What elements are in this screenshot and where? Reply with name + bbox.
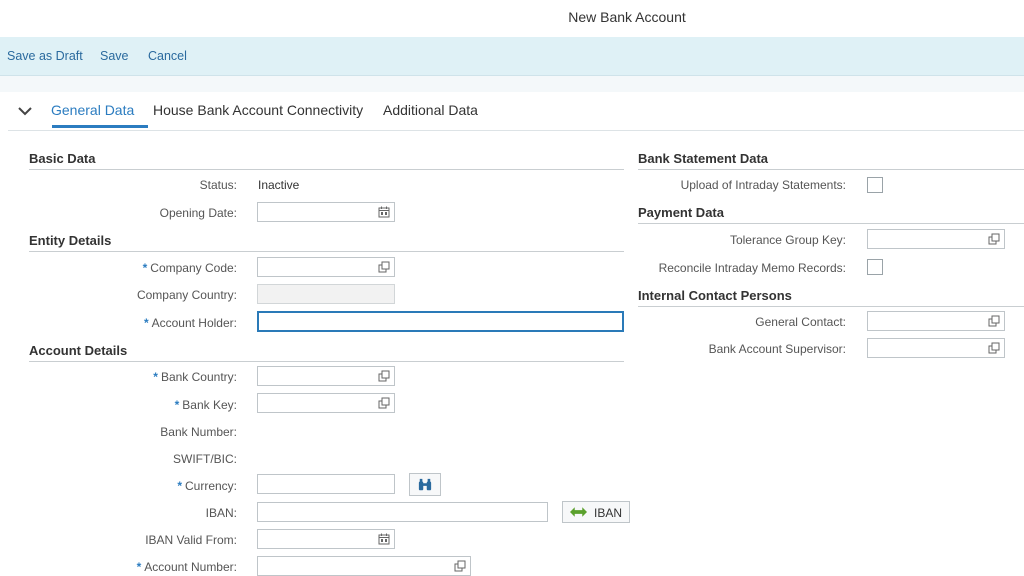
iban-button-label: IBAN <box>594 506 623 520</box>
iban-valid-from-label: IBAN Valid From: <box>145 533 237 547</box>
tab-general-data[interactable]: General Data <box>51 102 134 118</box>
section-entity-details: Entity Details <box>29 233 624 252</box>
currency-search-button[interactable] <box>409 473 441 496</box>
account-holder-input[interactable] <box>257 311 624 332</box>
tolerance-group-label: Tolerance Group Key: <box>729 233 846 247</box>
bank-number-label: Bank Number: <box>160 425 237 439</box>
upload-intraday-label: Upload of Intraday Statements: <box>680 178 846 192</box>
supervisor-label: Bank Account Supervisor: <box>708 342 846 356</box>
tolerance-group-input[interactable] <box>867 229 1005 249</box>
company-code-label: * Company Code: <box>142 261 237 275</box>
value-help-icon[interactable] <box>378 370 390 382</box>
account-number-label: * Account Number: <box>136 560 237 574</box>
calendar-icon[interactable] <box>378 206 390 218</box>
status-value: Inactive <box>258 178 300 192</box>
tab-house-bank-account-connectivity[interactable]: House Bank Account Connectivity <box>153 102 363 118</box>
window-title: New Bank Account <box>568 9 686 25</box>
header-gap <box>0 76 1024 92</box>
tab-additional-data[interactable]: Additional Data <box>383 102 478 118</box>
save-as-draft-button[interactable]: Save as Draft <box>7 49 83 63</box>
company-country-label: Company Country: <box>136 288 237 302</box>
save-button[interactable]: Save <box>100 49 129 63</box>
value-help-icon[interactable] <box>454 560 466 572</box>
section-bank-statement-data: Bank Statement Data <box>638 151 1024 170</box>
value-help-icon[interactable] <box>378 397 390 409</box>
reconcile-intraday-label: Reconcile Intraday Memo Records: <box>658 261 846 275</box>
value-help-icon[interactable] <box>378 261 390 273</box>
section-basic-data: Basic Data <box>29 151 624 170</box>
opening-date-label: Opening Date: <box>159 206 237 220</box>
iban-button[interactable]: IBAN <box>562 501 630 523</box>
value-help-icon[interactable] <box>988 315 1000 327</box>
company-code-input[interactable] <box>257 257 395 277</box>
company-country-field <box>257 284 395 304</box>
tab-bar: General Data House Bank Account Connecti… <box>8 92 1024 131</box>
iban-label: IBAN: <box>205 506 237 520</box>
required-marker: * <box>142 261 148 275</box>
required-marker: * <box>153 370 158 384</box>
status-label: Status: <box>199 178 237 192</box>
required-marker: * <box>177 479 182 493</box>
required-marker: * <box>136 560 142 574</box>
upload-intraday-checkbox[interactable] <box>867 177 883 193</box>
active-tab-indicator <box>52 125 148 128</box>
binoculars-icon <box>418 478 432 491</box>
currency-input[interactable] <box>257 474 395 494</box>
section-payment-data: Payment Data <box>638 205 1024 224</box>
general-contact-label: General Contact: <box>755 315 846 329</box>
bank-key-input[interactable] <box>257 393 395 413</box>
opening-date-input[interactable] <box>257 202 395 222</box>
bank-key-label: * Bank Key: <box>174 398 237 412</box>
value-help-icon[interactable] <box>988 342 1000 354</box>
iban-input[interactable] <box>257 502 548 522</box>
required-marker: * <box>174 398 180 412</box>
section-account-details: Account Details <box>29 343 624 362</box>
reconcile-intraday-checkbox[interactable] <box>867 259 883 275</box>
cancel-button[interactable]: Cancel <box>148 49 187 63</box>
form-content: Basic Data Status: Inactive Opening Date… <box>8 131 1024 576</box>
title-bar: New Bank Account <box>0 0 1024 38</box>
toolbar: Save as Draft Save Cancel <box>0 37 1024 76</box>
chevron-down-icon[interactable] <box>16 103 34 119</box>
section-internal-contact-persons: Internal Contact Persons <box>638 288 1024 307</box>
swap-arrows-icon <box>570 507 587 517</box>
bank-country-label: * Bank Country: <box>153 370 237 384</box>
value-help-icon[interactable] <box>988 233 1000 245</box>
supervisor-input[interactable] <box>867 338 1005 358</box>
required-marker: * <box>143 316 149 330</box>
general-contact-input[interactable] <box>867 311 1005 331</box>
bank-country-input[interactable] <box>257 366 395 386</box>
account-number-input[interactable] <box>257 556 471 576</box>
currency-label: * Currency: <box>177 479 237 493</box>
account-holder-label: * Account Holder: <box>143 316 237 330</box>
calendar-icon[interactable] <box>378 533 390 545</box>
iban-valid-from-input[interactable] <box>257 529 395 549</box>
swift-bic-label: SWIFT/BIC: <box>173 452 237 466</box>
